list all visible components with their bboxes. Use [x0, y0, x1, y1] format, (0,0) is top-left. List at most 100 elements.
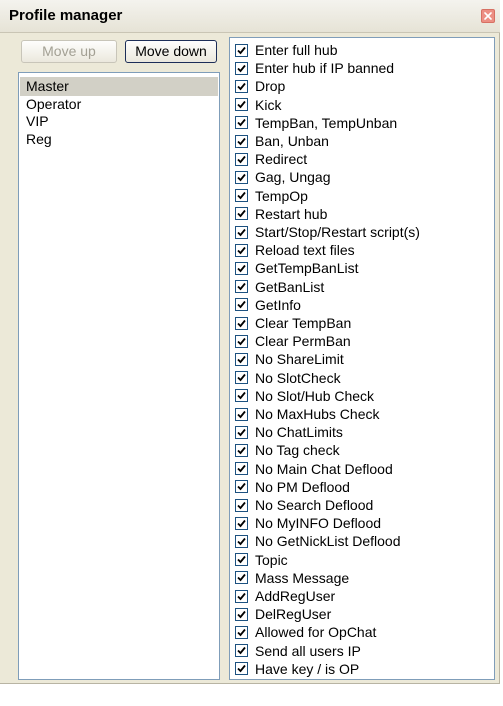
checkmark-icon	[237, 592, 246, 600]
permission-row[interactable]: No MaxHubs Check	[235, 405, 380, 423]
permission-checkbox[interactable]	[235, 371, 248, 385]
permission-row[interactable]: Mass Message	[235, 569, 349, 587]
window-title: Profile manager	[9, 7, 123, 24]
permission-row[interactable]: Clear TempBan	[235, 314, 351, 332]
permission-row[interactable]: TempOp	[235, 187, 308, 205]
permission-checkbox[interactable]	[235, 261, 248, 275]
permission-row[interactable]: Redirect	[235, 150, 307, 168]
permission-checkbox[interactable]	[235, 571, 248, 585]
permission-checkbox[interactable]	[235, 298, 248, 312]
permission-checkbox[interactable]	[235, 116, 248, 130]
permission-checkbox[interactable]	[235, 43, 248, 57]
permission-checkbox[interactable]	[235, 662, 248, 676]
close-button[interactable]	[481, 9, 495, 23]
permission-row[interactable]: No Slot/Hub Check	[235, 387, 374, 405]
permission-checkbox[interactable]	[235, 516, 248, 530]
permission-label: Mass Message	[255, 569, 350, 586]
permission-checkbox[interactable]	[235, 79, 248, 93]
permission-checkbox[interactable]	[235, 625, 248, 639]
permission-checkbox[interactable]	[235, 443, 248, 457]
permission-checkbox[interactable]	[235, 352, 248, 366]
permission-checkbox[interactable]	[235, 243, 248, 257]
permission-row[interactable]: No PM Deflood	[235, 478, 350, 496]
permission-checkbox[interactable]	[235, 425, 248, 439]
profile-list[interactable]: Master Operator VIP Reg	[18, 72, 220, 680]
permission-checkbox[interactable]	[235, 316, 248, 330]
permission-label: Drop	[255, 78, 286, 95]
permission-row[interactable]: Ban, Unban	[235, 132, 329, 150]
permission-row[interactable]: GetBanList	[235, 278, 324, 296]
permission-label: No Main Chat Deflood	[255, 460, 393, 477]
permission-row[interactable]: No ChatLimits	[235, 423, 343, 441]
profile-list-item[interactable]: Master	[20, 77, 218, 96]
permission-row[interactable]: Send all users IP	[235, 642, 361, 660]
permission-row[interactable]: Have key / is OP	[235, 660, 359, 678]
permission-row[interactable]: Clear PermBan	[235, 332, 351, 350]
permission-checkbox[interactable]	[235, 280, 248, 294]
permission-checkbox[interactable]	[235, 334, 248, 348]
permission-row[interactable]: Restart hub	[235, 205, 327, 223]
permission-checkbox[interactable]	[235, 61, 248, 75]
checkmark-icon	[237, 556, 246, 564]
checkmark-icon	[237, 192, 246, 200]
permission-row[interactable]: DelRegUser	[235, 605, 331, 623]
permission-row[interactable]: Enter full hub	[235, 41, 338, 59]
permission-row[interactable]: Allowed for OpChat	[235, 623, 376, 641]
permission-row[interactable]: No MyINFO Deflood	[235, 514, 381, 532]
permission-checkbox[interactable]	[235, 207, 248, 221]
permission-checkbox[interactable]	[235, 98, 248, 112]
profile-list-item[interactable]: Reg	[20, 130, 218, 149]
checkmark-icon	[237, 465, 246, 473]
permission-checkbox[interactable]	[235, 534, 248, 548]
permission-row[interactable]: No Search Deflood	[235, 496, 373, 514]
close-icon	[484, 12, 492, 20]
checkmark-icon	[237, 210, 246, 218]
profile-list-item[interactable]: VIP	[20, 112, 218, 131]
permission-row[interactable]: TempBan, TempUnban	[235, 114, 397, 132]
permission-row[interactable]: Kick	[235, 96, 281, 114]
permission-row[interactable]: No SlotCheck	[235, 369, 341, 387]
permission-checkbox[interactable]	[235, 389, 248, 403]
permission-row[interactable]: Drop	[235, 77, 285, 95]
permission-label: Start/Stop/Restart script(s)	[255, 224, 420, 240]
permission-label: DelRegUser	[255, 606, 332, 623]
permission-checkbox[interactable]	[235, 225, 248, 239]
permission-checkbox[interactable]	[235, 480, 248, 494]
permission-checkbox[interactable]	[235, 589, 248, 603]
permission-label: No ChatLimits	[255, 424, 343, 441]
permission-row[interactable]: No Tag check	[235, 441, 340, 459]
permission-checkbox[interactable]	[235, 170, 248, 184]
permission-checkbox[interactable]	[235, 607, 248, 621]
move-down-button[interactable]: Move down	[125, 40, 217, 63]
permission-checkbox[interactable]	[235, 189, 248, 203]
permission-label: Topic	[255, 551, 288, 568]
checkmark-icon	[237, 101, 246, 109]
permission-row[interactable]: GetInfo	[235, 296, 301, 314]
permission-label: Reload text files	[255, 242, 355, 259]
permission-checkbox[interactable]	[235, 498, 248, 512]
permission-label: No MyINFO Deflood	[255, 515, 382, 532]
permission-checkbox[interactable]	[235, 644, 248, 658]
checkmark-icon	[237, 628, 246, 637]
permission-row[interactable]: GetTempBanList	[235, 259, 359, 277]
permission-checkbox[interactable]	[235, 407, 248, 421]
permission-label: Allowed for OpChat	[255, 624, 377, 641]
permission-row[interactable]: Enter hub if IP banned	[235, 59, 394, 77]
permission-row[interactable]: Start/Stop/Restart script(s)	[235, 223, 420, 241]
permission-row[interactable]: No ShareLimit	[235, 350, 344, 368]
move-up-button[interactable]: Move up	[21, 40, 117, 63]
permission-checkbox[interactable]	[235, 152, 248, 166]
profile-list-item[interactable]: Operator	[20, 95, 218, 114]
permission-row[interactable]: Reload text files	[235, 241, 355, 259]
permission-row[interactable]: No Main Chat Deflood	[235, 460, 393, 478]
permission-row[interactable]: Topic	[235, 551, 288, 569]
permission-checkbox[interactable]	[235, 462, 248, 476]
permission-row[interactable]: Gag, Ungag	[235, 168, 331, 186]
permission-checkbox[interactable]	[235, 134, 248, 148]
permission-row[interactable]: No GetNickList Deflood	[235, 532, 401, 550]
permission-checkbox[interactable]	[235, 553, 248, 567]
checkmark-icon	[237, 355, 246, 364]
permissions-panel: Enter full hub Enter hub if IP banned Drop…	[229, 37, 495, 680]
permission-label: Restart hub	[255, 205, 328, 222]
permission-row[interactable]: AddRegUser	[235, 587, 335, 605]
